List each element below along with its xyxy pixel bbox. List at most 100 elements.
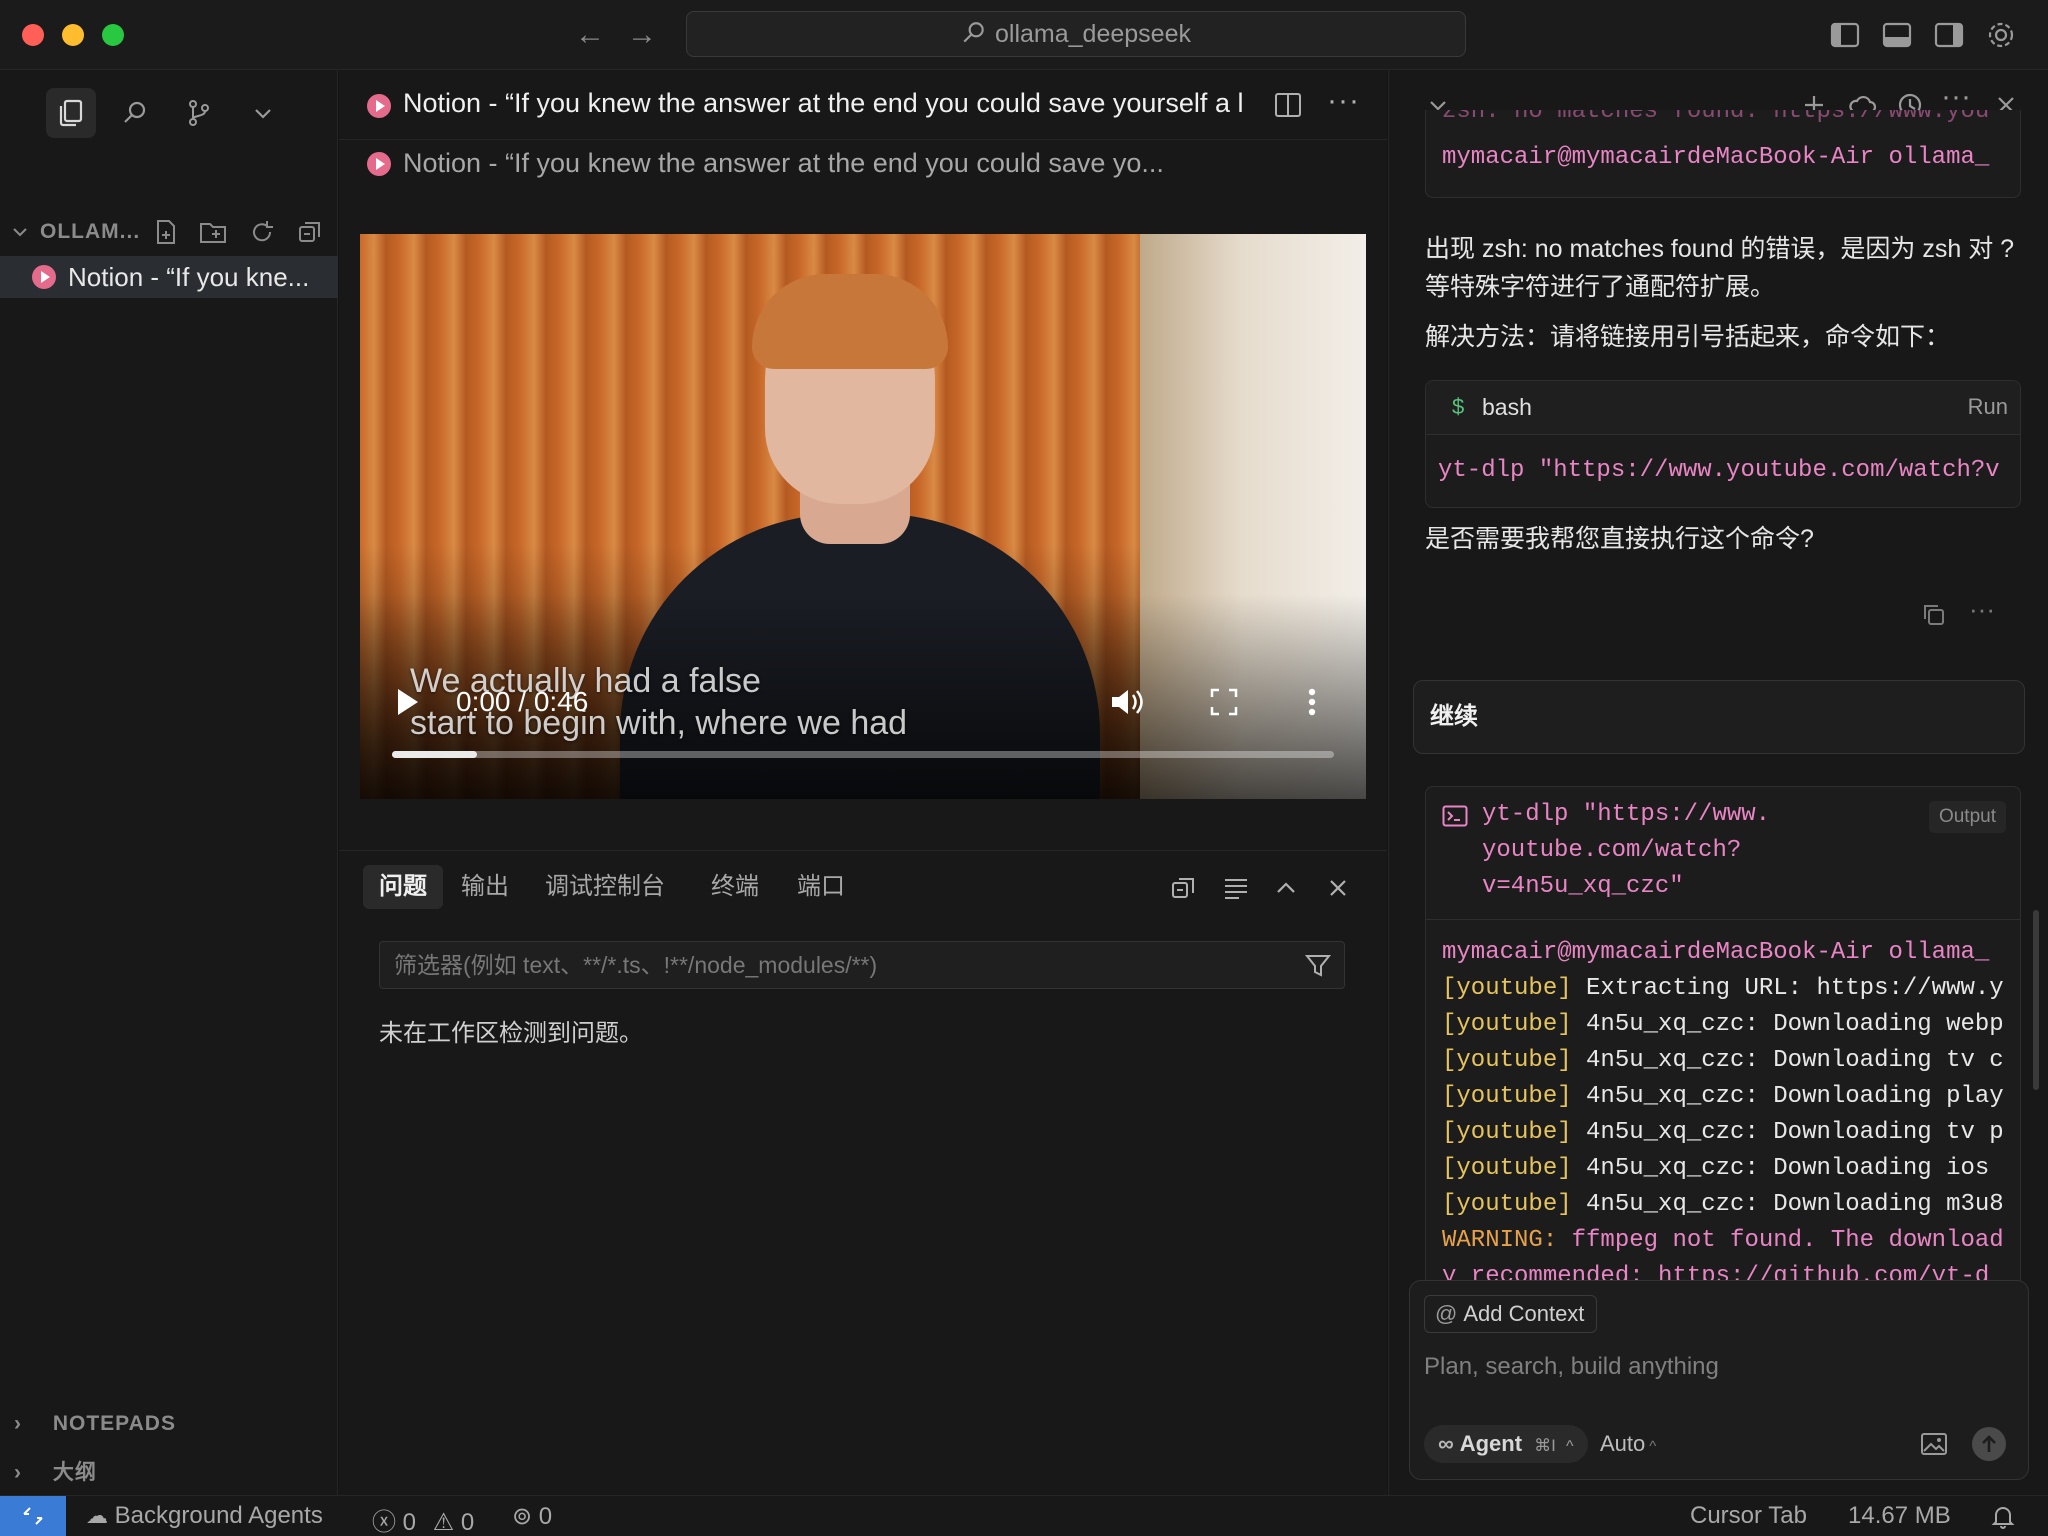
memory-usage: 14.67 MB bbox=[1848, 1502, 1951, 1529]
youtube-tag: [youtube] bbox=[1442, 1155, 1572, 1182]
close-window-button[interactable] bbox=[22, 24, 44, 46]
run-button[interactable]: Run bbox=[1968, 394, 2008, 420]
source-control-tool-button[interactable] bbox=[174, 88, 224, 138]
search-tool-button[interactable] bbox=[110, 88, 160, 138]
at-icon: @ bbox=[1435, 1301, 1458, 1326]
tab-terminal[interactable]: 终端 bbox=[695, 865, 775, 909]
toggle-panel-icon[interactable] bbox=[1880, 18, 1914, 52]
terminal-line-text: 4n5u_xq_czc: Downloading tv p bbox=[1571, 1119, 2004, 1146]
remote-icon bbox=[23, 1507, 43, 1525]
previous-output-line1: zsh: no matches found: https://www.you bbox=[1442, 110, 1990, 125]
split-editor-icon[interactable] bbox=[1273, 90, 1303, 120]
message-more-icon[interactable]: ··· bbox=[1969, 594, 1995, 625]
ports-status-item[interactable]: ⊚ 0 bbox=[512, 1502, 552, 1531]
video-player[interactable]: We actually had a false start to begin w… bbox=[360, 234, 1366, 799]
search-icon bbox=[124, 101, 146, 123]
collapse-all-icon[interactable] bbox=[296, 218, 324, 246]
more-tools-button[interactable] bbox=[238, 88, 288, 138]
terminal-line: [youtube] 4n5u_xq_czc: Downloading tv p bbox=[1442, 1115, 2004, 1151]
terminal-line-text: 4n5u_xq_czc: Downloading webp bbox=[1571, 1011, 2004, 1038]
outline-section[interactable]: › 大纲 bbox=[14, 1456, 97, 1486]
add-context-label: Add Context bbox=[1463, 1301, 1585, 1326]
explorer-tool-button[interactable] bbox=[46, 88, 96, 138]
assistant-paragraph-1: 出现 zsh: no matches found 的错误，是因为 zsh 对 ?… bbox=[1425, 235, 2015, 301]
forward-arrow-icon[interactable]: → bbox=[624, 18, 660, 52]
warning-text: ffmpeg not found. The download bbox=[1557, 1227, 2004, 1254]
bottom-panel: 问题 输出 调试控制台 终端 端口 筛选器(例如 text、**/*.ts、!*… bbox=[339, 850, 1387, 1495]
tab-debug-console[interactable]: 调试控制台 bbox=[529, 865, 681, 909]
send-button[interactable] bbox=[1972, 1427, 2006, 1461]
image-upload-icon[interactable] bbox=[1920, 1431, 1948, 1457]
arrow-up-icon bbox=[1982, 1435, 1996, 1452]
terminal-warning-line: WARNING: ffmpeg not found. The download bbox=[1442, 1223, 2004, 1259]
close-icon[interactable] bbox=[1323, 873, 1353, 903]
cursor-tab-item[interactable]: Cursor Tab bbox=[1690, 1502, 1807, 1530]
collapse-all-icon[interactable] bbox=[1169, 873, 1199, 903]
workspace-header[interactable]: OLLAM... bbox=[0, 210, 338, 254]
terminal-line-text: 4n5u_xq_czc: Downloading tv c bbox=[1571, 1047, 2004, 1074]
broadcast-icon: ⊚ bbox=[512, 1503, 533, 1530]
background-agents-item[interactable]: ☁ Background Agents bbox=[86, 1502, 323, 1530]
add-context-button[interactable]: @ Add Context bbox=[1424, 1295, 1598, 1333]
zoom-window-button[interactable] bbox=[102, 24, 124, 46]
tab-problems[interactable]: 问题 bbox=[363, 865, 443, 909]
chevron-up-icon: ^ bbox=[1649, 1438, 1657, 1455]
problems-filter-input[interactable]: 筛选器(例如 text、**/*.ts、!**/node_modules/**) bbox=[379, 941, 1345, 989]
youtube-tag: [youtube] bbox=[1442, 1083, 1572, 1110]
minimize-window-button[interactable] bbox=[62, 24, 84, 46]
open-file-item[interactable]: Notion - “If you kne... bbox=[0, 256, 338, 298]
bell-icon[interactable] bbox=[1990, 1504, 2016, 1530]
user-message-bubble[interactable]: 继续 bbox=[1413, 680, 2025, 754]
no-problems-message: 未在工作区检测到问题。 bbox=[379, 1020, 643, 1047]
cloud-icon: ☁ bbox=[86, 1503, 108, 1528]
terminal-line: [youtube] 4n5u_xq_czc: Downloading play bbox=[1442, 1079, 2004, 1115]
chevron-up-icon[interactable] bbox=[1271, 873, 1301, 903]
toggle-secondary-sidebar-icon[interactable] bbox=[1932, 18, 1966, 52]
chat-scrollbar[interactable] bbox=[2033, 910, 2039, 1090]
open-file-label: Notion - “If you kne... bbox=[68, 262, 310, 292]
command-line-3: v=4n5u_xq_czc" bbox=[1482, 873, 1684, 900]
files-icon bbox=[59, 99, 83, 127]
notepads-label: NOTEPADS bbox=[52, 1412, 176, 1435]
agent-shortcut: ⌘I bbox=[1534, 1436, 1556, 1455]
word-wrap-icon[interactable] bbox=[1221, 873, 1251, 903]
assistant-paragraph-3: 是否需要我帮您直接执行这个命令? bbox=[1425, 525, 1814, 553]
toggle-primary-sidebar-icon[interactable] bbox=[1828, 18, 1862, 52]
copy-icon[interactable] bbox=[1921, 602, 1947, 628]
ports-count: 0 bbox=[538, 1503, 553, 1530]
new-folder-icon[interactable] bbox=[198, 218, 228, 246]
gear-icon[interactable] bbox=[1984, 18, 2018, 52]
tab-output[interactable]: 输出 bbox=[445, 865, 525, 909]
terminal-line-text: 4n5u_xq_czc: Downloading play bbox=[1571, 1083, 2004, 1110]
refresh-icon[interactable] bbox=[248, 218, 276, 246]
play-icon[interactable] bbox=[398, 689, 418, 715]
new-file-icon[interactable] bbox=[152, 218, 180, 246]
problems-status-item[interactable]: ⓧ 0 ⚠ 0 bbox=[372, 1502, 474, 1536]
remote-indicator[interactable] bbox=[0, 1496, 66, 1536]
fullscreen-icon[interactable] bbox=[1206, 684, 1242, 720]
video-menu-icon[interactable] bbox=[1302, 684, 1322, 720]
notion-play-icon bbox=[367, 152, 391, 176]
youtube-tag: [youtube] bbox=[1442, 975, 1572, 1002]
composer-input[interactable]: Plan, search, build anything bbox=[1424, 1353, 1719, 1381]
warning-icon: ⚠ bbox=[432, 1509, 455, 1536]
notepads-section[interactable]: › NOTEPADS bbox=[14, 1412, 176, 1436]
more-options-icon[interactable]: ··· bbox=[1941, 80, 1975, 114]
command-search-box[interactable]: ollama_deepseek bbox=[686, 11, 1466, 57]
editor-tab[interactable]: Notion - “If you knew the answer at the … bbox=[403, 88, 1255, 119]
breadcrumb[interactable]: Notion - “If you knew the answer at the … bbox=[403, 148, 1164, 179]
tab-ports[interactable]: 端口 bbox=[781, 865, 861, 909]
chat-composer[interactable]: @ Add Context Plan, search, build anythin… bbox=[1409, 1280, 2029, 1480]
spacer bbox=[1076, 684, 1077, 685]
volume-icon[interactable] bbox=[1108, 684, 1144, 720]
back-arrow-icon[interactable]: ← bbox=[572, 18, 608, 52]
filter-icon[interactable] bbox=[1304, 952, 1332, 980]
agent-mode-selector[interactable]: ∞ Agent ⌘I ^ bbox=[1424, 1425, 1588, 1463]
video-progress-bar[interactable] bbox=[392, 751, 1334, 758]
model-selector[interactable]: Auto ^ bbox=[1600, 1431, 1656, 1457]
terminal-line: [youtube] Extracting URL: https://www.y bbox=[1442, 971, 2004, 1007]
more-actions-icon[interactable]: ··· bbox=[1327, 84, 1360, 118]
workspace-label: OLLAM... bbox=[40, 220, 141, 243]
youtube-tag: [youtube] bbox=[1442, 1011, 1572, 1038]
output-badge[interactable]: Output bbox=[1928, 801, 2006, 833]
